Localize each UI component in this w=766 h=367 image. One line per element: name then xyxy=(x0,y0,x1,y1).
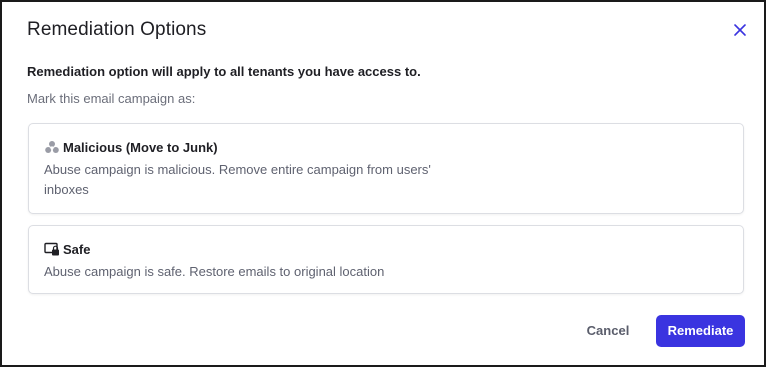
option-safe[interactable]: Safe Abuse campaign is safe. Restore ema… xyxy=(28,225,744,294)
option-malicious[interactable]: Malicious (Move to Junk) Abuse campaign … xyxy=(28,123,744,214)
option-malicious-label: Malicious (Move to Junk) xyxy=(63,139,218,155)
option-malicious-header: Malicious (Move to Junk) xyxy=(44,139,218,155)
remediation-dialog: Remediation Options Remediation option w… xyxy=(0,0,766,367)
close-button[interactable] xyxy=(731,21,749,39)
cancel-button[interactable]: Cancel xyxy=(576,316,640,346)
option-safe-description: Abuse campaign is safe. Restore emails t… xyxy=(44,264,385,279)
close-icon xyxy=(734,24,746,36)
mark-prompt: Mark this email campaign as: xyxy=(27,91,196,106)
option-malicious-description: Abuse campaign is malicious. Remove enti… xyxy=(44,162,431,197)
dialog-title: Remediation Options xyxy=(27,19,207,40)
option-safe-label: Safe xyxy=(63,241,91,257)
remediate-button[interactable]: Remediate xyxy=(656,315,745,347)
biohazard-icon xyxy=(44,139,60,155)
tenant-notice: Remediation option will apply to all ten… xyxy=(27,64,421,79)
option-safe-header: Safe xyxy=(44,241,90,257)
secure-device-icon xyxy=(44,241,60,257)
